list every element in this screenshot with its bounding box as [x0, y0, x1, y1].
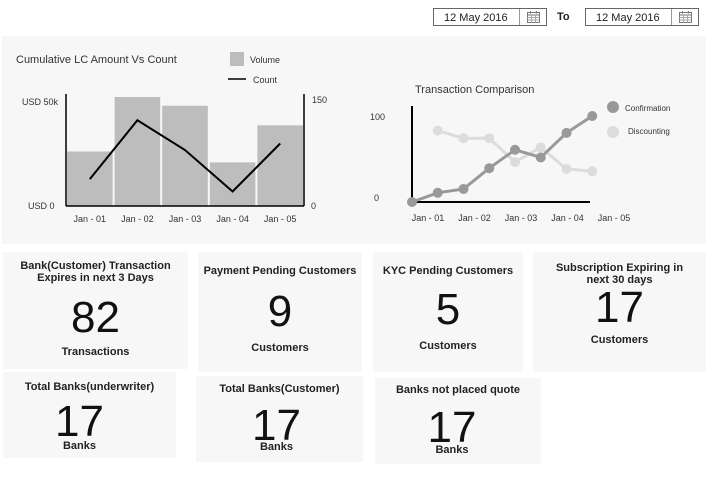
- card-unit: Transactions: [61, 346, 130, 358]
- card-value: 17: [55, 397, 104, 446]
- series-point-confirmation: [510, 144, 520, 155]
- series-point-confirmation: [587, 110, 598, 121]
- x-axis-tick: Jan - 04: [216, 214, 249, 224]
- x-axis-tick: Jan - 01: [74, 214, 107, 224]
- card-bank-customer-transaction[interactable]: Bank(Customer) Transaction Expires in ne…: [3, 252, 188, 369]
- to-date-value: 12 May 2016: [596, 12, 660, 24]
- x-axis-tick: Jan - 04: [551, 213, 584, 223]
- card-unit: Banks: [259, 441, 294, 453]
- legend-label-confirmation: Confirmation: [625, 104, 670, 113]
- legend-label-discounting: Discounting: [628, 127, 670, 136]
- to-label: To: [557, 11, 570, 23]
- x-axis-tick: Jan - 05: [264, 214, 297, 224]
- volume-bar: [114, 97, 161, 206]
- series-point-discounting: [458, 133, 469, 144]
- card-title: Bank(Customer) Transaction Expires in ne…: [20, 260, 171, 284]
- series-point-confirmation: [535, 152, 546, 163]
- from-date-value: 12 May 2016: [444, 12, 508, 24]
- from-date-field[interactable]: 12 May 2016: [433, 8, 547, 26]
- series-point-confirmation: [458, 183, 469, 194]
- series-point-confirmation: [484, 163, 495, 174]
- series-point-confirmation: [561, 127, 572, 138]
- legend-swatch-discounting: [607, 126, 619, 138]
- card-value: 9: [267, 287, 293, 336]
- series-point-confirmation: [432, 187, 443, 198]
- card-title: Total Banks(underwriter): [24, 381, 155, 393]
- right-axis-tick: 0: [311, 201, 316, 211]
- legend-swatch-confirmation: [607, 101, 619, 113]
- series-point-discounting: [561, 163, 572, 174]
- card-total-banks-underwriter[interactable]: Total Banks(underwriter) 17 Banks: [3, 372, 176, 458]
- card-unit: Customers: [590, 334, 649, 346]
- series-point-confirmation: [407, 197, 417, 207]
- series-point-discounting: [535, 142, 546, 153]
- card-title: KYC Pending Customers: [382, 265, 514, 277]
- left-axis-tick: USD 50k: [22, 97, 59, 107]
- series-point-discounting: [432, 125, 443, 136]
- series-point-discounting: [484, 133, 495, 144]
- x-axis-tick: Jan - 02: [458, 213, 491, 223]
- legend-label-count: Count: [253, 75, 278, 85]
- card-unit: Banks: [62, 440, 97, 452]
- legend-label-volume: Volume: [250, 55, 280, 65]
- x-axis-tick: Jan - 03: [169, 214, 202, 224]
- y-axis-tick: 100: [370, 112, 385, 122]
- volume-bar: [162, 105, 208, 206]
- x-axis-tick: Jan - 01: [412, 213, 445, 223]
- card-unit: Customers: [251, 342, 309, 354]
- right-axis-tick: 150: [312, 95, 327, 105]
- card-unit: Banks: [435, 444, 469, 456]
- x-axis-tick: Jan - 05: [598, 213, 631, 223]
- calendar-icon[interactable]: [671, 9, 698, 25]
- card-title: Payment Pending Customers: [203, 265, 357, 277]
- card-banks-not-placed-quote[interactable]: Banks not placed quote 17 Banks: [375, 378, 541, 464]
- card-total-banks-customer[interactable]: Total Banks(Customer) 17 Banks: [196, 376, 363, 462]
- to-date-field[interactable]: 12 May 2016: [585, 8, 699, 26]
- left-axis-tick: USD 0: [28, 201, 55, 211]
- calendar-icon[interactable]: [519, 9, 546, 25]
- series-point-discounting: [587, 166, 598, 177]
- card-unit: Customers: [419, 340, 477, 352]
- transaction-comparison-chart: 100 0 Jan - 01 Jan - 02 Jan - 03 Jan - 04 Jan …: [370, 101, 670, 223]
- card-title: Total Banks(Customer): [219, 383, 340, 395]
- legend-swatch-volume: [230, 52, 244, 66]
- card-kyc-pending[interactable]: KYC Pending Customers 5 Customers: [373, 252, 523, 372]
- card-value: 82: [71, 293, 120, 342]
- card-payment-pending[interactable]: Payment Pending Customers 9 Customers: [198, 252, 362, 372]
- card-value: 5: [435, 285, 461, 334]
- date-filter-bar: 12 May 2016 To 12 May 2016: [0, 0, 708, 36]
- card-subscription-expiring[interactable]: Subscription Expiring in next 30 days 17…: [533, 252, 706, 372]
- x-axis-tick: Jan - 03: [505, 213, 538, 223]
- series-point-discounting: [510, 157, 520, 168]
- card-title: Banks not placed quote: [395, 384, 521, 396]
- lc-amount-count-chart: USD 50k USD 0 150 0 Jan - 01 Jan - 02 Jan - 03…: [22, 52, 327, 224]
- card-value: 17: [595, 283, 644, 332]
- volume-bar: [209, 162, 256, 206]
- y-axis-tick: 0: [374, 193, 379, 203]
- volume-bar: [257, 125, 303, 206]
- x-axis-tick: Jan - 02: [121, 214, 154, 224]
